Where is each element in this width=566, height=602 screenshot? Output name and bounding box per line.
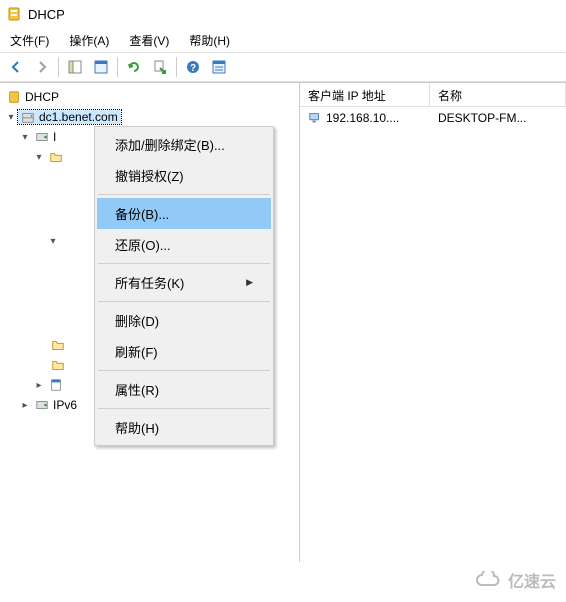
forward-button[interactable] xyxy=(30,55,54,79)
watermark: 亿速云 xyxy=(474,568,556,592)
svg-text:?: ? xyxy=(190,63,196,74)
app-title: DHCP xyxy=(28,7,65,22)
cloud-icon xyxy=(474,571,502,589)
server-icon xyxy=(21,110,35,124)
toolbar: ? xyxy=(0,52,566,82)
cell-ip-value: 192.168.10.... xyxy=(326,111,399,125)
context-menu-separator xyxy=(98,263,270,264)
policy-icon xyxy=(49,378,63,392)
cell-name-value: DESKTOP-FM... xyxy=(430,109,566,127)
help-button[interactable]: ? xyxy=(181,55,205,79)
watermark-text: 亿速云 xyxy=(508,568,556,592)
tree-root-dhcp[interactable]: DHCP xyxy=(0,87,299,107)
ctx-delete[interactable]: 删除(D) xyxy=(97,305,271,336)
toolbar-separator xyxy=(58,57,59,77)
context-menu-separator xyxy=(98,194,270,195)
ctx-help[interactable]: 帮助(H) xyxy=(97,412,271,443)
collapse-icon[interactable]: ▾ xyxy=(4,112,18,123)
ctx-revoke-auth[interactable]: 撤销授权(Z) xyxy=(97,160,271,191)
menu-action[interactable]: 操作(A) xyxy=(65,30,113,50)
view-options-button[interactable] xyxy=(207,55,231,79)
back-button[interactable] xyxy=(4,55,28,79)
folder-icon xyxy=(51,358,65,372)
show-hide-tree-button[interactable] xyxy=(63,55,87,79)
ipv4-icon xyxy=(35,130,49,144)
collapse-icon[interactable]: ▾ xyxy=(18,132,32,143)
menu-file[interactable]: 文件(F) xyxy=(6,30,53,50)
toolbar-separator xyxy=(176,57,177,77)
collapse-icon[interactable]: ▾ xyxy=(32,152,46,163)
toolbar-separator xyxy=(117,57,118,77)
context-menu-separator xyxy=(98,301,270,302)
expand-icon[interactable]: ▸ xyxy=(18,400,32,411)
ctx-restore[interactable]: 还原(O)... xyxy=(97,229,271,260)
tree-label: DHCP xyxy=(25,90,59,104)
list-header: 客户端 IP 地址 名称 xyxy=(300,83,566,107)
ctx-backup[interactable]: 备份(B)... xyxy=(97,198,271,229)
column-name[interactable]: 名称 xyxy=(430,83,566,106)
context-menu-separator xyxy=(98,370,270,371)
tree-server-node[interactable]: ▾ dc1.benet.com xyxy=(0,107,299,127)
computer-icon xyxy=(308,111,322,125)
tree-label: I xyxy=(53,130,56,144)
ctx-add-remove-binding[interactable]: 添加/删除绑定(B)... xyxy=(97,129,271,160)
ipv6-icon xyxy=(35,398,49,412)
properties-button[interactable] xyxy=(89,55,113,79)
dhcp-app-icon xyxy=(6,6,22,22)
list-panel: 客户端 IP 地址 名称 192.168.10.... DESKTOP-FM..… xyxy=(300,83,566,562)
context-menu-separator xyxy=(98,408,270,409)
column-client-ip[interactable]: 客户端 IP 地址 xyxy=(300,83,430,106)
title-bar: DHCP xyxy=(0,0,566,28)
folder-icon xyxy=(51,338,65,352)
ctx-properties[interactable]: 属性(R) xyxy=(97,374,271,405)
context-menu: 添加/删除绑定(B)... 撤销授权(Z) 备份(B)... 还原(O)... … xyxy=(94,126,274,446)
menu-help[interactable]: 帮助(H) xyxy=(185,30,234,50)
collapse-icon[interactable]: ▾ xyxy=(46,236,60,247)
ctx-refresh[interactable]: 刷新(F) xyxy=(97,336,271,367)
ctx-all-tasks[interactable]: 所有任务(K) xyxy=(97,267,271,298)
menubar: 文件(F) 操作(A) 查看(V) 帮助(H) xyxy=(0,28,566,52)
tree-label: dc1.benet.com xyxy=(39,110,118,124)
tree-label: IPv6 xyxy=(53,398,77,412)
content-area: DHCP ▾ dc1.benet.com ▾ I ▾ xyxy=(0,82,566,562)
export-list-button[interactable] xyxy=(148,55,172,79)
menu-view[interactable]: 查看(V) xyxy=(125,30,173,50)
refresh-button[interactable] xyxy=(122,55,146,79)
list-row[interactable]: 192.168.10.... DESKTOP-FM... xyxy=(300,107,566,129)
expand-icon[interactable]: ▸ xyxy=(32,380,46,391)
dhcp-icon xyxy=(7,90,21,104)
folder-icon xyxy=(49,150,63,164)
